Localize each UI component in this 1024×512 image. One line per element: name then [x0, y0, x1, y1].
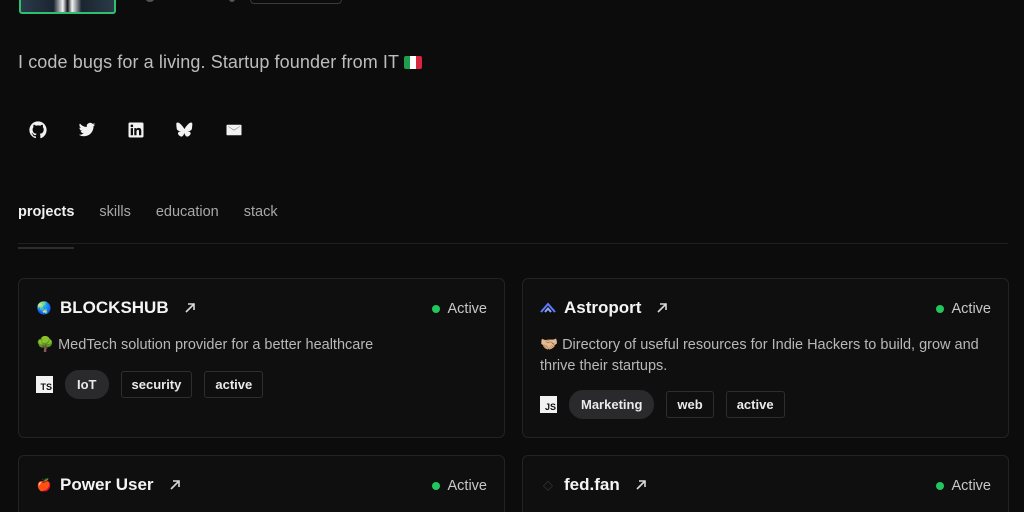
- tag[interactable]: active: [725, 391, 785, 418]
- project-title[interactable]: fed.fan: [564, 475, 620, 495]
- project-title[interactable]: Astroport: [564, 298, 641, 318]
- project-tags: TS IoT security active: [36, 370, 264, 399]
- tabs-divider: [18, 243, 1008, 244]
- project-card[interactable]: ◆ fed.fan Active: [522, 455, 1009, 512]
- status-dot: [431, 305, 440, 313]
- status-dot: [935, 482, 944, 490]
- italy-flag-icon: [404, 56, 423, 69]
- project-title[interactable]: Power User: [60, 475, 154, 495]
- globe-icon: 🌏: [36, 301, 52, 315]
- external-link-icon[interactable]: [183, 301, 197, 315]
- linkedin-icon: [128, 122, 144, 138]
- project-header: Astroport: [540, 298, 669, 318]
- github-link[interactable]: [28, 118, 77, 142]
- external-link-icon[interactable]: [634, 478, 648, 492]
- project-description: 🌳 MedTech solution provider for a better…: [36, 337, 374, 353]
- header-badge[interactable]: [250, 0, 342, 4]
- external-link-icon[interactable]: [655, 301, 669, 315]
- header-fragment: [229, 0, 235, 2]
- status-label: Active: [447, 301, 488, 317]
- status-badge: Active: [935, 478, 992, 494]
- twitter-link[interactable]: [77, 118, 126, 142]
- header-fragment: [146, 0, 154, 2]
- linkedin-link[interactable]: [126, 118, 175, 142]
- project-card[interactable]: 🌏 BLOCKSHUB Active 🌳 MedTech solution pr…: [18, 278, 505, 438]
- email-link[interactable]: [224, 118, 273, 142]
- status-badge: Active: [431, 478, 488, 494]
- bio-text: I code bugs for a living. Startup founde…: [18, 52, 400, 72]
- tab-skills[interactable]: skills: [99, 204, 130, 232]
- tag[interactable]: active: [204, 371, 264, 398]
- mail-icon: [226, 124, 242, 136]
- twitter-icon: [78, 122, 96, 137]
- project-card[interactable]: 🍎 Power User Active: [18, 455, 505, 512]
- status-label: Active: [447, 478, 488, 494]
- section-tabs: projects skills education stack: [18, 204, 278, 249]
- project-card[interactable]: Astroport Active 🤝🏼 Directory of useful …: [522, 278, 1009, 438]
- status-dot: [431, 482, 440, 490]
- tab-projects[interactable]: projects: [18, 204, 75, 249]
- project-header: ◆ fed.fan: [540, 475, 648, 495]
- bluesky-link[interactable]: [175, 118, 224, 142]
- astroport-icon: [540, 300, 556, 316]
- bluesky-icon: [176, 122, 193, 137]
- github-icon: [29, 121, 47, 139]
- apple-icon: 🍎: [36, 478, 52, 492]
- avatar: [19, 0, 116, 14]
- tag[interactable]: IoT: [65, 370, 109, 399]
- project-header: 🌏 BLOCKSHUB: [36, 298, 197, 318]
- diamond-icon: ◆: [543, 478, 553, 492]
- social-links: [28, 118, 273, 142]
- tab-education[interactable]: education: [156, 204, 219, 232]
- project-description: 🤝🏼 Directory of useful resources for Ind…: [540, 337, 979, 374]
- tag[interactable]: security: [120, 371, 193, 398]
- tab-stack[interactable]: stack: [244, 204, 278, 232]
- status-label: Active: [951, 301, 992, 317]
- project-tags: JS Marketing web active: [540, 390, 785, 419]
- tag[interactable]: web: [666, 391, 714, 418]
- project-title[interactable]: BLOCKSHUB: [60, 298, 169, 318]
- status-label: Active: [951, 478, 992, 494]
- project-header: 🍎 Power User: [36, 475, 182, 495]
- status-dot: [935, 305, 944, 313]
- external-link-icon[interactable]: [168, 478, 182, 492]
- status-badge: Active: [431, 301, 488, 317]
- javascript-icon: JS: [540, 396, 557, 413]
- tag[interactable]: Marketing: [569, 390, 655, 419]
- profile-bio: I code bugs for a living. Startup founde…: [18, 52, 423, 73]
- typescript-icon: TS: [36, 376, 53, 393]
- status-badge: Active: [935, 301, 992, 317]
